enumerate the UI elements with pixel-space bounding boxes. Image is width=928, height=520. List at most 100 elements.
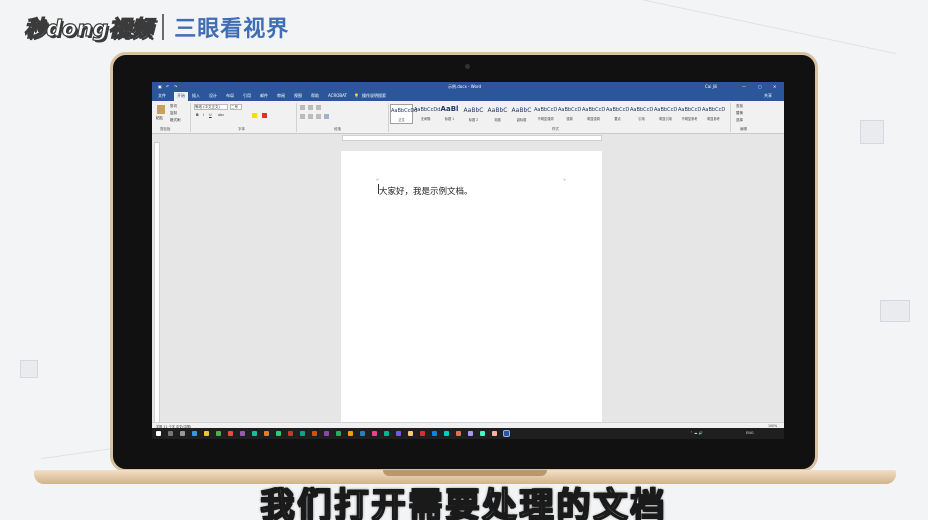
replace-button[interactable]: 替换 [736, 111, 743, 116]
app-icon[interactable] [240, 431, 245, 436]
app-icon[interactable] [336, 431, 341, 436]
tray-icons[interactable]: ⌃ ☁ 🔊 [690, 431, 703, 435]
app-icon[interactable] [276, 431, 281, 436]
numbering-icon[interactable] [308, 105, 313, 110]
strikethrough-icon[interactable]: abc [218, 113, 224, 117]
underline-icon[interactable]: U [209, 113, 212, 117]
save-icon[interactable]: ▣ [158, 84, 162, 89]
style-emphasis[interactable]: AaBbCcD 强调 [558, 104, 581, 124]
tab-references[interactable]: 引用 [243, 93, 251, 99]
ribbon-separator [730, 103, 731, 132]
app-icon[interactable] [456, 431, 461, 436]
app-icon[interactable] [468, 431, 473, 436]
app-icon[interactable] [480, 431, 485, 436]
app-icon[interactable] [408, 431, 413, 436]
app-icon[interactable] [312, 431, 317, 436]
app-icon[interactable] [348, 431, 353, 436]
windows-taskbar: ⌃ ☁ 🔊 ENG [152, 428, 784, 439]
tab-design[interactable]: 设计 [209, 93, 217, 99]
share-button[interactable]: 共享 [764, 93, 772, 99]
cut-button[interactable]: 剪切 [170, 104, 177, 109]
folder-icon[interactable] [204, 431, 209, 436]
language-indicator[interactable]: ENG [746, 431, 754, 435]
window-title: 示例.docx - Word [448, 84, 482, 89]
ribbon-separator [296, 103, 297, 132]
maximize-icon[interactable]: ▢ [758, 84, 762, 89]
style-subtitle[interactable]: AaBbC 副标题 [510, 104, 533, 124]
style-normal[interactable]: AaBbCcDd 正文 [390, 104, 417, 124]
tab-home[interactable]: 开始 [174, 92, 188, 101]
style-intense-emphasis[interactable]: AaBbCcD 明显强调 [582, 104, 605, 124]
title-bar: ▣ ↶ ↷ 示例.docx - Word Cai Jili — ▢ ✕ [152, 82, 784, 91]
app-icon[interactable] [288, 431, 293, 436]
style-title[interactable]: AaBbC 标题 [486, 104, 509, 124]
app-icon[interactable] [216, 431, 221, 436]
app-icon[interactable] [360, 431, 365, 436]
multilevel-list-icon[interactable] [316, 105, 321, 110]
app-icon[interactable] [384, 431, 389, 436]
bullets-icon[interactable] [300, 105, 305, 110]
app-icon[interactable] [228, 431, 233, 436]
style-heading-2[interactable]: AaBbC 标题 2 [462, 104, 485, 124]
align-left-icon[interactable] [300, 114, 305, 119]
close-icon[interactable]: ✕ [773, 84, 776, 89]
tab-acrobat[interactable]: ACROBAT [328, 93, 347, 98]
font-name-select[interactable]: 等线 (中文正文) [194, 104, 228, 110]
group-label-clipboard: 剪贴板 [160, 127, 171, 131]
style-strong[interactable]: AaBbCcD 要点 [606, 104, 629, 124]
app-icon[interactable] [492, 431, 497, 436]
tab-file[interactable]: 文件 [158, 93, 166, 99]
style-intense-quote[interactable]: AaBbCcD 明显引用 [654, 104, 677, 124]
logo-sub-text: 三眼看视界 [174, 17, 290, 42]
style-quote[interactable]: AaBbCcD 引用 [630, 104, 653, 124]
app-icon[interactable] [264, 431, 269, 436]
select-button[interactable]: 选择 [736, 118, 743, 123]
align-center-icon[interactable] [308, 114, 313, 119]
tab-help[interactable]: 帮助 [311, 93, 319, 99]
style-subtle-reference[interactable]: AaBbCcD 不明显参考 [678, 104, 701, 124]
account-name[interactable]: Cai Jili [705, 84, 717, 89]
italic-icon[interactable]: I [203, 113, 204, 117]
document-body-text[interactable]: 大家好，我是示例文档。 [379, 185, 473, 197]
format-painter-button[interactable]: 格式刷 [170, 118, 181, 123]
app-icon[interactable] [324, 431, 329, 436]
tab-view[interactable]: 视图 [294, 93, 302, 99]
style-intense-reference[interactable]: AaBbCcD 明显参考 [702, 104, 725, 124]
font-color-icon[interactable] [262, 113, 267, 118]
document-page[interactable]: 大家好，我是示例文档。 [341, 151, 602, 426]
font-size-select[interactable]: 二号 [230, 104, 242, 110]
app-icon[interactable] [396, 431, 401, 436]
word-taskbar-icon[interactable] [503, 430, 510, 437]
align-right-icon[interactable] [316, 114, 321, 119]
highlight-color-icon[interactable] [252, 113, 257, 118]
find-button[interactable]: 查找 [736, 104, 743, 109]
start-icon[interactable] [156, 431, 161, 436]
style-heading-1[interactable]: AaBl 标题 1 [438, 104, 461, 124]
style-no-spacing[interactable]: AaBbCcDd 无间隔 [414, 104, 440, 124]
tab-layout[interactable]: 布局 [226, 93, 234, 99]
task-view-icon[interactable] [180, 431, 185, 436]
horizontal-ruler[interactable] [342, 135, 602, 141]
copy-button[interactable]: 复制 [170, 111, 177, 116]
ribbon-separator [190, 103, 191, 132]
search-icon[interactable] [168, 431, 173, 436]
tab-mailings[interactable]: 邮件 [260, 93, 268, 99]
tab-insert[interactable]: 插入 [192, 93, 200, 99]
browser-icon[interactable] [192, 431, 197, 436]
tell-me-search[interactable]: 操作说明搜索 [362, 93, 386, 99]
tab-review[interactable]: 审阅 [277, 93, 285, 99]
app-icon[interactable] [300, 431, 305, 436]
app-icon[interactable] [372, 431, 377, 436]
app-icon[interactable] [420, 431, 425, 436]
style-subtle-emphasis[interactable]: AaBbCcD 不明显强调 [534, 104, 557, 124]
paste-icon[interactable] [157, 105, 165, 114]
minimize-icon[interactable]: — [742, 84, 746, 89]
app-icon[interactable] [444, 431, 449, 436]
redo-icon[interactable]: ↷ [174, 84, 177, 89]
app-icon[interactable] [432, 431, 437, 436]
vertical-ruler[interactable] [154, 142, 160, 424]
undo-icon[interactable]: ↶ [166, 84, 169, 89]
app-icon[interactable] [252, 431, 257, 436]
justify-icon[interactable] [324, 114, 329, 119]
bold-icon[interactable]: B [196, 113, 199, 117]
